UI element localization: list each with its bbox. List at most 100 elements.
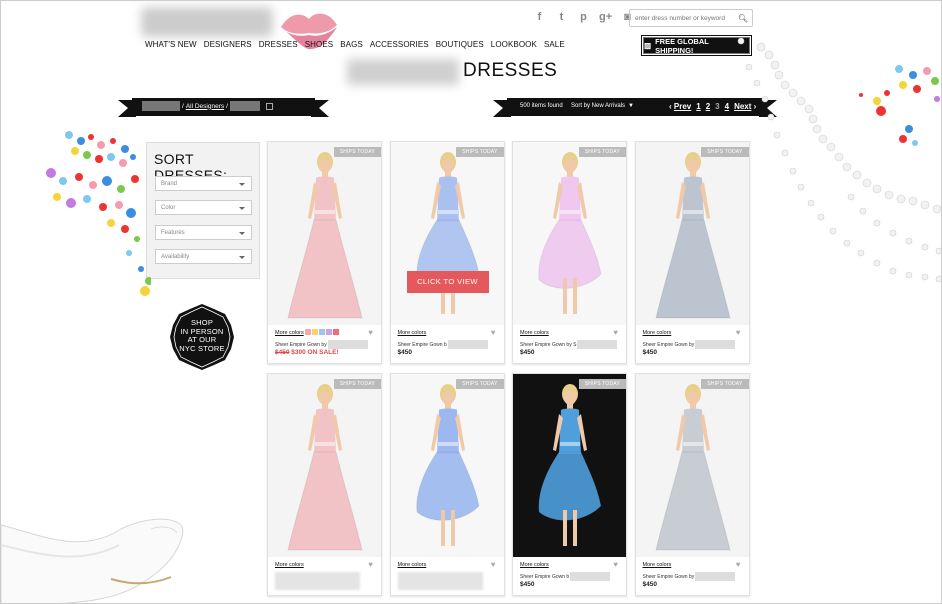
expand-icon[interactable]	[265, 102, 273, 110]
color-swatch[interactable]	[333, 329, 339, 335]
old-price: $450	[275, 349, 290, 356]
filter-brand[interactable]: Brand	[155, 176, 252, 191]
heart-icon[interactable]: ♥	[491, 328, 496, 337]
heart-icon[interactable]: ♥	[736, 560, 741, 569]
product-price: $450	[520, 581, 535, 588]
nav-item-designers[interactable]: DESIGNERS	[204, 40, 252, 49]
dress-image[interactable]	[513, 142, 626, 325]
designer-name-blurred	[695, 572, 736, 581]
product-name[interactable]: Sheer Empire Gown by S	[520, 340, 618, 349]
heart-icon[interactable]: ♥	[368, 328, 373, 337]
nav-item-boutiques[interactable]: BOUTIQUES	[436, 40, 484, 49]
ships-today-badge: SHIPS TODAY	[578, 379, 626, 389]
product-price: $450	[520, 349, 535, 356]
product-card[interactable]: SHIPS TODAY CLICK TO VIEW More colors ♥ Shee…	[389, 141, 505, 364]
nav-item-sale[interactable]: SALE	[544, 40, 565, 49]
prev-label: Prev	[673, 102, 692, 111]
filter-features[interactable]: Features	[155, 225, 252, 240]
product-name-text: Sheer Empire Gown by	[642, 573, 695, 580]
nav-item-what-s-new[interactable]: WHAT'S NEW	[145, 40, 197, 49]
breadcrumb: / All Designers /	[142, 101, 273, 111]
product-image[interactable]	[390, 374, 504, 557]
search-box[interactable]: 🔍︎	[629, 9, 753, 27]
product-name[interactable]: Sheer Empire Gown by	[643, 340, 736, 349]
facebook-icon[interactable]: f	[533, 11, 546, 24]
heart-icon[interactable]: ♥	[613, 560, 618, 569]
nav-item-accessories[interactable]: ACCESSORIES	[370, 40, 429, 49]
heart-icon[interactable]: ♥	[368, 560, 373, 569]
twitter-icon[interactable]: t	[555, 11, 568, 24]
prev-page-button[interactable]: ‹ Prev	[669, 102, 691, 111]
product-image[interactable]	[268, 142, 381, 325]
heart-icon[interactable]: ♥	[491, 560, 496, 569]
color-swatch[interactable]	[305, 329, 311, 335]
product-card[interactable]: SHIPS TODAY More colors ♥ Sheer Empire Gown…	[634, 373, 750, 596]
product-image[interactable]	[513, 374, 626, 557]
more-colors-link[interactable]: More colors	[643, 330, 672, 336]
white-shoe-decoration	[1, 518, 184, 603]
sort-dropdown[interactable]: Sort by New Arrivals ▼	[571, 103, 634, 109]
dress-image[interactable]	[390, 374, 504, 557]
nav-item-bags[interactable]: BAGS	[340, 40, 363, 49]
pearl-necklace-decoration	[737, 37, 941, 283]
chevron-down-icon: ▼	[628, 103, 634, 109]
confetti-decoration	[46, 131, 151, 296]
heart-icon[interactable]: ♥	[613, 328, 618, 337]
breadcrumb-separator: /	[182, 102, 184, 110]
product-card[interactable]: SHIPS TODAY More colors ♥ Sheer Empire Gown…	[267, 141, 382, 364]
search-icon[interactable]: 🔍︎	[736, 14, 750, 23]
product-image[interactable]	[268, 374, 381, 557]
color-swatch[interactable]	[319, 329, 325, 335]
heart-icon[interactable]: ♥	[736, 328, 741, 337]
filter-color[interactable]: Color	[155, 200, 252, 215]
more-colors-link[interactable]: More colors	[520, 562, 549, 568]
breadcrumb-home-blurred[interactable]	[142, 101, 180, 111]
click-to-view-button[interactable]: CLICK TO VIEW	[406, 271, 489, 293]
designer-name-blurred	[447, 340, 488, 349]
search-input[interactable]	[630, 14, 736, 22]
more-colors-link[interactable]: More colors	[398, 330, 427, 336]
pinterest-icon[interactable]: p	[577, 11, 590, 24]
dress-image[interactable]	[390, 142, 504, 325]
breadcrumb-all-designers[interactable]: All Designers	[186, 103, 224, 110]
product-info-blurred	[275, 572, 360, 590]
designer-name-blurred	[577, 340, 618, 349]
color-swatches	[305, 329, 339, 335]
dress-image[interactable]	[513, 374, 626, 557]
store-line: NYC STORE	[179, 343, 225, 353]
product-card[interactable]: SHIPS TODAY More colors ♥ Sheer Empire Gown…	[512, 141, 627, 364]
product-card[interactable]: SHIPS TODAY More colors ♥	[267, 373, 382, 596]
dress-image[interactable]	[268, 142, 381, 325]
more-colors-link[interactable]: More colors	[520, 330, 549, 336]
product-price: $450	[642, 349, 657, 356]
breadcrumb-separator: /	[226, 102, 228, 110]
filter-availability[interactable]: Availability	[155, 249, 252, 264]
product-name-text: Sheer Empire Gown by	[275, 341, 327, 348]
designer-name-blurred	[347, 59, 459, 85]
product-image[interactable]	[513, 142, 626, 325]
more-colors-link[interactable]: More colors	[275, 330, 304, 336]
more-colors-link[interactable]: More colors	[398, 562, 427, 568]
dress-image[interactable]	[268, 374, 381, 557]
more-colors-link[interactable]: More colors	[643, 562, 672, 568]
nav-item-dresses[interactable]: DRESSES	[259, 40, 298, 49]
social-links: f t p g+ ◙	[533, 11, 634, 24]
more-colors-link[interactable]: More colors	[275, 562, 304, 568]
product-name[interactable]: Sheer Empire Gown by	[643, 572, 736, 581]
ships-today-badge: SHIPS TODAY	[701, 379, 749, 389]
product-image[interactable]	[635, 374, 749, 557]
product-name[interactable]: Sheer Empire Gown b	[398, 340, 488, 349]
product-name[interactable]: Sheer Empire Gown by	[275, 340, 368, 349]
product-name[interactable]: Sheer Empire Gown b	[520, 572, 611, 581]
nav-item-lookbook[interactable]: LOOKBOOK	[491, 40, 537, 49]
product-image[interactable]	[390, 142, 504, 325]
dress-image[interactable]	[635, 374, 749, 557]
nav-item-shoes[interactable]: SHOES	[305, 40, 334, 49]
google-plus-icon[interactable]: g+	[599, 11, 612, 24]
color-swatch[interactable]	[326, 329, 332, 335]
product-card[interactable]: SHIPS TODAY More colors ♥	[389, 373, 505, 596]
color-swatch[interactable]	[312, 329, 318, 335]
designer-name-blurred	[570, 572, 611, 581]
site-logo[interactable]	[141, 7, 273, 37]
product-card[interactable]: SHIPS TODAY More colors ♥ Sheer Empire Gown…	[512, 373, 627, 596]
